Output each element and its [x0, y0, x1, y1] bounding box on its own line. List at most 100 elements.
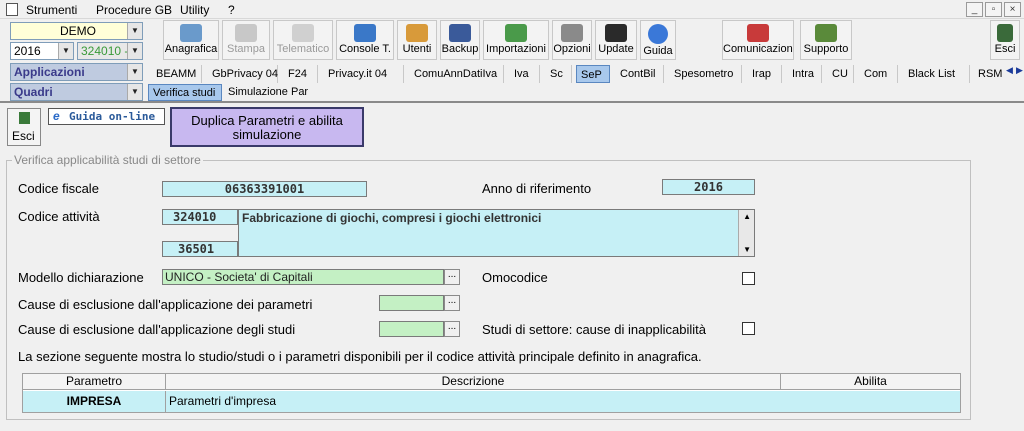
cause-studi-field[interactable] — [379, 321, 444, 337]
supporto-button[interactable]: Supporto — [800, 20, 852, 60]
console-icon — [354, 24, 376, 42]
tab-black-list[interactable]: Black List — [904, 65, 970, 83]
guida-button[interactable]: Guida — [640, 20, 676, 60]
anagrafica-icon — [180, 24, 202, 42]
quadri-select[interactable]: Quadri ▼ — [10, 83, 143, 101]
codice-attivita-desc-box[interactable]: Fabbricazione di giochi, compresi i gioc… — [238, 209, 755, 257]
company-select[interactable]: DEMO ▼ — [10, 22, 143, 40]
menu-procedure-gb[interactable]: Procedure GB — [96, 3, 172, 17]
guida-label: Guida — [643, 45, 673, 57]
tab-intra[interactable]: Intra — [788, 65, 822, 83]
tab-scroll-left-icon[interactable]: ◀ — [1006, 65, 1013, 76]
utenti-button[interactable]: Utenti — [397, 20, 437, 60]
stampa-label: Stampa — [227, 43, 265, 55]
menu-bar: Strumenti Procedure GB Utility ? _ ▫ × — [0, 0, 1024, 19]
anno-field[interactable]: 2016 — [662, 179, 755, 195]
tab-cu[interactable]: CU — [828, 65, 854, 83]
header-descrizione[interactable]: Descrizione — [166, 374, 781, 390]
tab-iva[interactable]: Iva — [510, 65, 540, 83]
toolbar-esci-button[interactable]: Esci — [990, 20, 1020, 60]
codice-attivita-field[interactable]: 324010 — [162, 209, 238, 225]
cause-studi-dots-button[interactable]: ... — [444, 321, 460, 337]
tab-scroll-right-icon[interactable]: ▶ — [1016, 65, 1023, 76]
cause-param-label: Cause di esclusione dall'applicazione de… — [18, 297, 313, 312]
tab-contbil[interactable]: ContBil — [616, 65, 664, 83]
cause-param-field[interactable] — [379, 295, 444, 311]
codice-attivita-desc: Fabbricazione di giochi, compresi i gioc… — [242, 211, 542, 225]
cause-studi-label: Cause di esclusione dall'applicazione de… — [18, 322, 296, 337]
tab-irap[interactable]: Irap — [748, 65, 782, 83]
importazioni-button[interactable]: Importazioni — [483, 20, 549, 60]
modello-field[interactable]: UNICO - Societa' di Capitali — [162, 269, 444, 285]
guida-online-button[interactable]: e Guida on-line — [48, 108, 165, 125]
code-select[interactable]: 324010 - ▼ — [77, 42, 143, 60]
tab-beamm[interactable]: BEAMM — [152, 65, 202, 83]
table-row[interactable]: IMPRESA Parametri d'impresa — [23, 391, 960, 412]
header-parametro[interactable]: Parametro — [23, 374, 166, 390]
applicazioni-label: Applicazioni — [14, 65, 85, 79]
tab-spesometro[interactable]: Spesometro — [670, 65, 742, 83]
applicazioni-select[interactable]: Applicazioni ▼ — [10, 63, 143, 81]
tab-comuanndatiiva[interactable]: ComuAnnDatiIva — [410, 65, 504, 83]
row-descrizione: Parametri d'impresa — [169, 394, 276, 408]
comunicazioni-button[interactable]: Comunicazioni — [722, 20, 794, 60]
params-table: Parametro Descrizione Abilita IMPRESA Pa… — [22, 373, 961, 413]
menu-help[interactable]: ? — [228, 3, 235, 17]
company-value: DEMO — [60, 24, 96, 38]
close-button[interactable]: × — [1004, 2, 1021, 17]
anagrafica-button[interactable]: Anagrafica — [163, 20, 219, 60]
tab-f24[interactable]: F24 — [284, 65, 318, 83]
scroll-down-icon[interactable]: ▼ — [743, 245, 751, 254]
backup-button[interactable]: Backup — [440, 20, 480, 60]
telematico-button[interactable]: Telematico — [273, 20, 333, 60]
menu-utility[interactable]: Utility — [180, 3, 209, 17]
subtab-verifica-studi[interactable]: Verifica studi — [148, 84, 222, 101]
chevron-down-icon: ▼ — [58, 43, 73, 59]
chevron-down-icon: ▼ — [127, 64, 142, 80]
tab-sep[interactable]: SeP — [576, 65, 610, 83]
table-header: Parametro Descrizione Abilita — [23, 374, 960, 390]
console-button[interactable]: Console T. — [336, 20, 394, 60]
update-label: Update — [598, 43, 634, 55]
opzioni-label: Opzioni — [553, 43, 591, 55]
import-icon — [505, 24, 527, 42]
codice-fiscale-field[interactable]: 06363391001 — [162, 181, 367, 197]
comunicazioni-label: Comunicazioni — [723, 43, 794, 55]
duplica-parametri-button[interactable]: Duplica Parametri e abilita simulazione — [170, 107, 364, 147]
modello-dots-button[interactable]: ... — [444, 269, 460, 285]
row-parametro: IMPRESA — [23, 391, 166, 412]
section-title: Verifica applicabilità studi di settore — [12, 153, 203, 167]
tab-gbprivacy04[interactable]: GbPrivacy 04 — [208, 65, 278, 83]
quadri-label: Quadri — [14, 85, 53, 99]
header-abilita[interactable]: Abilita — [781, 374, 960, 390]
menu-strumenti[interactable]: Strumenti — [26, 3, 77, 17]
codice-secondario-field[interactable]: 36501 — [162, 241, 238, 257]
update-button[interactable]: Update — [595, 20, 637, 60]
users-icon — [406, 24, 428, 42]
tab-privacy04[interactable]: Privacy.it 04 — [324, 65, 404, 83]
tab-com[interactable]: Com — [860, 65, 898, 83]
tab-sc[interactable]: Sc — [546, 65, 572, 83]
info-text: La sezione seguente mostra lo studio/stu… — [18, 349, 702, 364]
omocodice-checkbox[interactable] — [742, 272, 755, 285]
exit-icon — [997, 24, 1013, 42]
esci-button[interactable]: Esci — [7, 108, 41, 146]
tab-rsm[interactable]: RSM — [974, 65, 1006, 83]
exit-door-icon — [19, 112, 30, 124]
restore-button[interactable]: ▫ — [985, 2, 1002, 17]
studi-inapp-checkbox[interactable] — [742, 322, 755, 335]
subtab-simulazione-par[interactable]: Simulazione Par — [224, 84, 310, 101]
opzioni-button[interactable]: Opzioni — [552, 20, 592, 60]
backup-label: Backup — [441, 43, 479, 55]
toolbar-separator — [0, 101, 1024, 103]
app-icon — [6, 3, 18, 16]
scroll-up-icon[interactable]: ▲ — [743, 212, 751, 221]
minimize-button[interactable]: _ — [966, 2, 983, 17]
esci-label: Esci — [12, 129, 35, 143]
code-value: 324010 - — [81, 44, 129, 58]
cause-param-dots-button[interactable]: ... — [444, 295, 460, 311]
modello-label: Modello dichiarazione — [18, 270, 144, 285]
stampa-button[interactable]: Stampa — [222, 20, 270, 60]
year-select[interactable]: 2016 ▼ — [10, 42, 74, 60]
anagrafica-label: Anagrafica — [164, 43, 218, 55]
